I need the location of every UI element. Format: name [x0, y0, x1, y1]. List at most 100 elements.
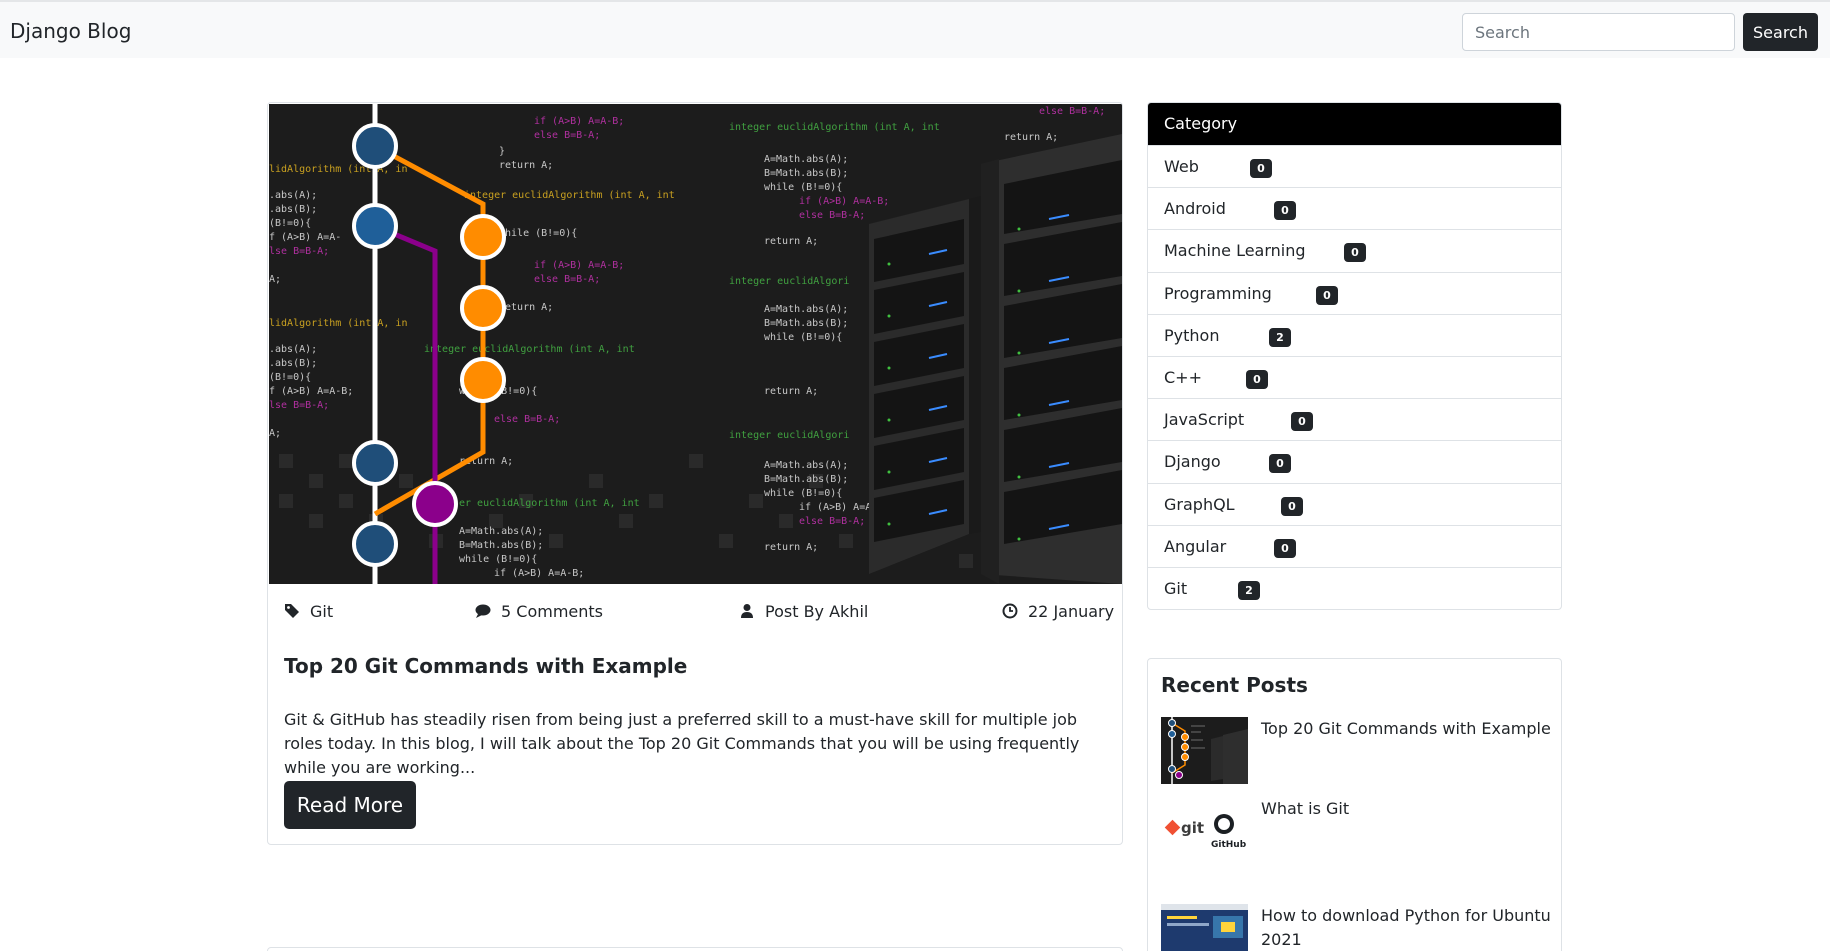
svg-text:(B!=0){: (B!=0){: [269, 372, 311, 383]
post-category[interactable]: Git: [284, 600, 333, 622]
tag-icon: [285, 604, 299, 618]
svg-text:if (A>B) A=A-B;: if (A>B) A=A-B;: [799, 196, 889, 207]
category-item-cpp[interactable]: C++ 0: [1148, 355, 1561, 398]
category-label: GraphQL: [1164, 494, 1235, 514]
category-item-django[interactable]: Django 0: [1148, 440, 1561, 482]
svg-text:f (A>B) A=A-: f (A>B) A=A-: [269, 232, 341, 243]
svg-text:integer euclidAlgorithm (int A: integer euclidAlgorithm (int A, int: [424, 344, 635, 355]
search-input[interactable]: [1462, 13, 1735, 51]
post-date-label: 22 January: [1028, 601, 1115, 621]
svg-text:integer euclidAlgori: integer euclidAlgori: [729, 430, 849, 441]
svg-text:while (B!=0){: while (B!=0){: [459, 554, 537, 565]
svg-text:return A;: return A;: [764, 542, 818, 553]
category-label: Django: [1164, 452, 1221, 472]
recent-post-thumbnail[interactable]: [1161, 904, 1248, 951]
svg-text:while (B!=0){: while (B!=0){: [764, 182, 842, 193]
category-item-git[interactable]: Git 2: [1148, 566, 1561, 609]
category-label: Angular: [1164, 536, 1227, 556]
svg-text:else B=B-A;: else B=B-A;: [799, 516, 865, 527]
svg-text:integer euclidAlgorithm (int A: integer euclidAlgorithm (int A, int: [729, 122, 940, 133]
category-label: C++: [1164, 367, 1202, 387]
category-count-badge: 0: [1291, 412, 1313, 432]
svg-text:else B=B-A;: else B=B-A;: [494, 414, 560, 425]
svg-text:A=Math.abs(A);: A=Math.abs(A);: [459, 526, 543, 537]
search-button[interactable]: Search: [1743, 13, 1818, 51]
svg-text:return A;: return A;: [499, 160, 553, 171]
category-label: Web: [1164, 157, 1199, 176]
category-count-badge: 2: [1238, 580, 1260, 600]
svg-text:lse B=B-A;: lse B=B-A;: [269, 246, 329, 257]
post-author: Post By Akhil: [739, 600, 868, 622]
category-item-programming[interactable]: Programming 0: [1148, 271, 1561, 314]
category-item-machine-learning[interactable]: Machine Learning 0: [1148, 229, 1561, 271]
svg-text:B=Math.abs(B);: B=Math.abs(B);: [764, 318, 848, 329]
recent-post-thumbnail[interactable]: git GitHub: [1161, 797, 1248, 864]
svg-text:lse B=B-A;: lse B=B-A;: [269, 400, 329, 411]
post-date: 22 January: [1002, 600, 1114, 622]
post-excerpt: Git & GitHub has steadily risen from bei…: [284, 710, 1080, 777]
svg-text:while (B!=0){: while (B!=0){: [499, 228, 577, 239]
category-count-badge: 0: [1316, 285, 1338, 305]
post-image[interactable]: if (A>B) A=A-B; else B=B-A; } return A; …: [269, 104, 1122, 584]
svg-text:er euclidAlgorithm (int A, int: er euclidAlgorithm (int A, int: [459, 498, 640, 509]
svg-text:return A;: return A;: [764, 236, 818, 247]
svg-text:integer euclidAlgori: integer euclidAlgori: [729, 276, 849, 287]
category-item-web[interactable]: Web 0: [1148, 145, 1561, 187]
svg-text:return A;: return A;: [499, 302, 553, 313]
category-item-javascript[interactable]: JavaScript 0: [1148, 398, 1561, 440]
recent-post-thumbnail[interactable]: [1161, 717, 1248, 784]
svg-text:else B=B-A;: else B=B-A;: [1039, 106, 1105, 117]
svg-text:git: git: [1181, 819, 1204, 837]
svg-text:if (A>B) A=A-B;: if (A>B) A=A-B;: [494, 568, 584, 579]
svg-text:return A;: return A;: [1004, 132, 1058, 143]
recent-post-title[interactable]: Top 20 Git Commands with Example: [1261, 717, 1551, 741]
post-author-label: Post By Akhil: [765, 601, 869, 621]
category-count-badge: 0: [1246, 369, 1268, 389]
svg-text:if (A>B) A=A-B;: if (A>B) A=A-B;: [534, 260, 624, 271]
category-item-python[interactable]: Python 2: [1148, 313, 1561, 356]
post-comments[interactable]: 5 Comments: [475, 600, 603, 622]
svg-text:A;: A;: [269, 428, 281, 439]
category-item-graphql[interactable]: GraphQL 0: [1148, 482, 1561, 525]
svg-text:B=Math.abs(B);: B=Math.abs(B);: [459, 540, 543, 551]
svg-text:else B=B-A;: else B=B-A;: [799, 210, 865, 221]
category-count-badge: 0: [1250, 159, 1272, 178]
category-label: Python: [1164, 325, 1220, 345]
post-comments-label: 5 Comments: [501, 601, 603, 621]
brand-link[interactable]: Django Blog: [10, 19, 131, 43]
svg-text:else B=B-A;: else B=B-A;: [534, 130, 600, 141]
svg-text:(B!=0){: (B!=0){: [269, 218, 311, 229]
comment-icon: [475, 604, 491, 618]
category-item-android[interactable]: Android 0: [1148, 187, 1561, 229]
category-count-badge: 0: [1344, 243, 1366, 263]
svg-text:GitHub: GitHub: [1211, 840, 1247, 850]
recent-post-title[interactable]: What is Git: [1261, 797, 1551, 821]
svg-text:A=Math.abs(A);: A=Math.abs(A);: [764, 460, 848, 471]
svg-text:else B=B-A;: else B=B-A;: [534, 274, 600, 285]
svg-text:.abs(A);: .abs(A);: [269, 344, 317, 355]
category-label: Machine Learning: [1164, 241, 1306, 261]
svg-text:B=Math.abs(B);: B=Math.abs(B);: [764, 474, 848, 485]
category-count-badge: 0: [1281, 496, 1303, 516]
svg-text:while (B!=0){: while (B!=0){: [764, 332, 842, 343]
read-more-button[interactable]: Read More: [284, 781, 416, 829]
category-label: Git: [1164, 578, 1188, 598]
svg-text:A=Math.abs(A);: A=Math.abs(A);: [764, 154, 848, 165]
post-card: if (A>B) A=A-B; else B=B-A; } return A; …: [267, 102, 1123, 845]
category-label: JavaScript: [1164, 410, 1245, 430]
navbar: Django Blog Search: [0, 0, 1830, 58]
svg-text:.abs(A);: .abs(A);: [269, 190, 317, 201]
category-item-angular[interactable]: Angular 0: [1148, 524, 1561, 567]
svg-text:return A;: return A;: [764, 386, 818, 397]
post-category-label: Git: [310, 601, 334, 621]
category-count-badge: 0: [1274, 201, 1296, 221]
category-count-badge: 2: [1269, 327, 1291, 347]
svg-text:}: }: [499, 146, 505, 157]
svg-text:integer euclidAlgorithm (int A: integer euclidAlgorithm (int A, int: [464, 190, 675, 201]
svg-text:f (A>B) A=A-B;: f (A>B) A=A-B;: [269, 386, 353, 397]
post-title[interactable]: Top 20 Git Commands with Example: [284, 654, 687, 678]
category-count-badge: 0: [1274, 538, 1296, 558]
svg-text:lidAlgorithm (int A, in: lidAlgorithm (int A, in: [269, 318, 407, 329]
svg-text:.abs(B);: .abs(B);: [269, 204, 317, 215]
recent-post-title[interactable]: How to download Python for Ubuntu 2021: [1261, 904, 1551, 951]
